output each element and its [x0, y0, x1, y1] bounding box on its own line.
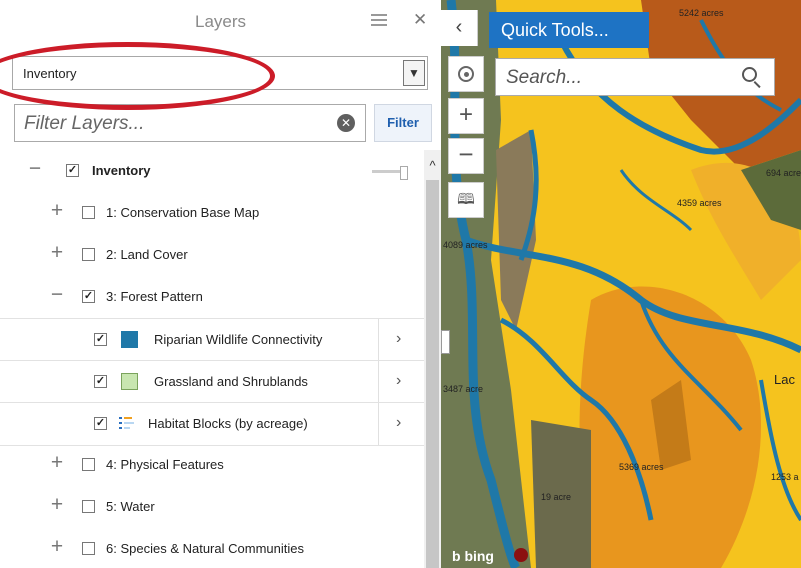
checkbox-checked[interactable]: ✓ [94, 375, 107, 388]
expand-icon[interactable]: + [48, 452, 66, 474]
quick-tools-button[interactable]: Quick Tools... [489, 12, 649, 48]
opacity-slider[interactable] [372, 166, 408, 180]
expand-icon[interactable]: + [48, 494, 66, 516]
layer-group-row[interactable]: + 6: Species & Natural Communities [0, 528, 424, 568]
chevron-right-icon[interactable]: › [396, 372, 401, 390]
legend-swatch [121, 373, 138, 390]
chevron-right-icon[interactable]: › [396, 414, 401, 432]
sublayer-row[interactable]: ✓ Habitat Blocks (by acreage) › [0, 402, 424, 446]
expand-icon[interactable]: + [48, 536, 66, 558]
layer-group-label: 1: Conservation Base Map [106, 205, 260, 220]
layers-panel: Layers ✕ Inventory ▼ Filter Layers... ✕ … [0, 0, 442, 568]
sublayer-row[interactable]: ✓ Grassland and Shrublands › [0, 360, 424, 403]
checkbox-checked[interactable]: ✓ [66, 164, 79, 177]
locate-icon[interactable] [448, 56, 484, 92]
filter-button[interactable]: Filter [374, 104, 432, 142]
collapse-icon[interactable]: − [26, 158, 44, 180]
checkbox[interactable] [82, 248, 95, 261]
chevron-right-icon[interactable]: › [396, 330, 401, 348]
layer-group-label: 4: Physical Features [106, 457, 224, 472]
chevron-down-icon[interactable]: ▼ [403, 60, 425, 86]
expand-icon[interactable]: + [48, 242, 66, 264]
checkbox[interactable] [82, 500, 95, 513]
map-label: 694 acre [766, 168, 801, 178]
map-label: 4089 acres [443, 240, 488, 250]
checkbox-checked[interactable]: ✓ [82, 290, 95, 303]
layer-group-row[interactable]: + 4: Physical Features [0, 444, 424, 486]
map-label: 19 acre [541, 492, 572, 502]
layer-group-row[interactable]: − ✓ 3: Forest Pattern [0, 276, 424, 318]
legend-swatch [121, 331, 138, 348]
map-label: 3487 acre [443, 384, 484, 394]
zoom-out-button[interactable]: − [448, 138, 484, 174]
sublayer-label: Habitat Blocks (by acreage) [148, 416, 308, 431]
layer-group-row[interactable]: + 2: Land Cover [0, 234, 424, 276]
filter-placeholder: Filter Layers... [24, 113, 145, 134]
resize-handle[interactable] [441, 330, 450, 354]
scrollbar[interactable]: ^ [424, 150, 441, 568]
map-label: 4359 acres [677, 198, 722, 208]
layer-group-root[interactable]: − ✓ Inventory [0, 150, 424, 192]
map-label: 5369 acres [619, 462, 664, 472]
search-placeholder: Search... [506, 67, 583, 88]
checkbox-checked[interactable]: ✓ [94, 417, 107, 430]
layer-set-value: Inventory [23, 66, 77, 81]
layer-group-label: 6: Species & Natural Communities [106, 541, 304, 556]
layer-group-row[interactable]: + 5: Water [0, 486, 424, 528]
sublayer-row[interactable]: ✓ Riparian Wildlife Connectivity › [0, 318, 424, 361]
bing-logo: b bing [452, 548, 494, 564]
checkbox[interactable] [82, 206, 95, 219]
layer-group-row[interactable]: + 1: Conservation Base Map [0, 192, 424, 234]
sublayer-label: Riparian Wildlife Connectivity [154, 332, 323, 347]
collapse-icon[interactable]: − [48, 284, 66, 306]
checkbox[interactable] [82, 542, 95, 555]
close-icon[interactable]: ✕ [413, 10, 427, 30]
expand-icon[interactable]: + [48, 200, 66, 222]
checkbox-checked[interactable]: ✓ [94, 333, 107, 346]
search-input[interactable]: Search... [495, 58, 775, 96]
layer-group-label: Inventory [92, 163, 151, 178]
clear-icon[interactable]: ✕ [337, 114, 355, 132]
habitat-legend-icon [119, 416, 135, 432]
zoom-in-button[interactable]: + [448, 98, 484, 134]
scrollbar-thumb[interactable] [426, 180, 439, 568]
search-icon[interactable] [742, 67, 762, 89]
book-icon[interactable]: 🕮 [448, 182, 484, 218]
layer-group-label: 3: Forest Pattern [106, 289, 203, 304]
chevron-left-icon[interactable]: ‹ [441, 10, 478, 46]
layer-group-label: 2: Land Cover [106, 247, 188, 262]
filter-layers-input[interactable]: Filter Layers... ✕ [14, 104, 366, 142]
checkbox[interactable] [82, 458, 95, 471]
sublayer-label: Grassland and Shrublands [154, 374, 308, 389]
layer-set-dropdown[interactable]: Inventory ▼ [12, 56, 428, 90]
map-label: Lac [774, 372, 795, 387]
panel-header: Layers ✕ [0, 0, 441, 46]
layer-group-label: 5: Water [106, 499, 155, 514]
layer-tree: − ✓ Inventory + 1: Conservation Base Map… [0, 150, 424, 568]
map-label: 1253 a [771, 472, 799, 482]
map-label: 5242 acres [679, 8, 724, 18]
chevron-up-icon[interactable]: ^ [424, 158, 441, 173]
list-view-icon[interactable] [371, 14, 387, 28]
